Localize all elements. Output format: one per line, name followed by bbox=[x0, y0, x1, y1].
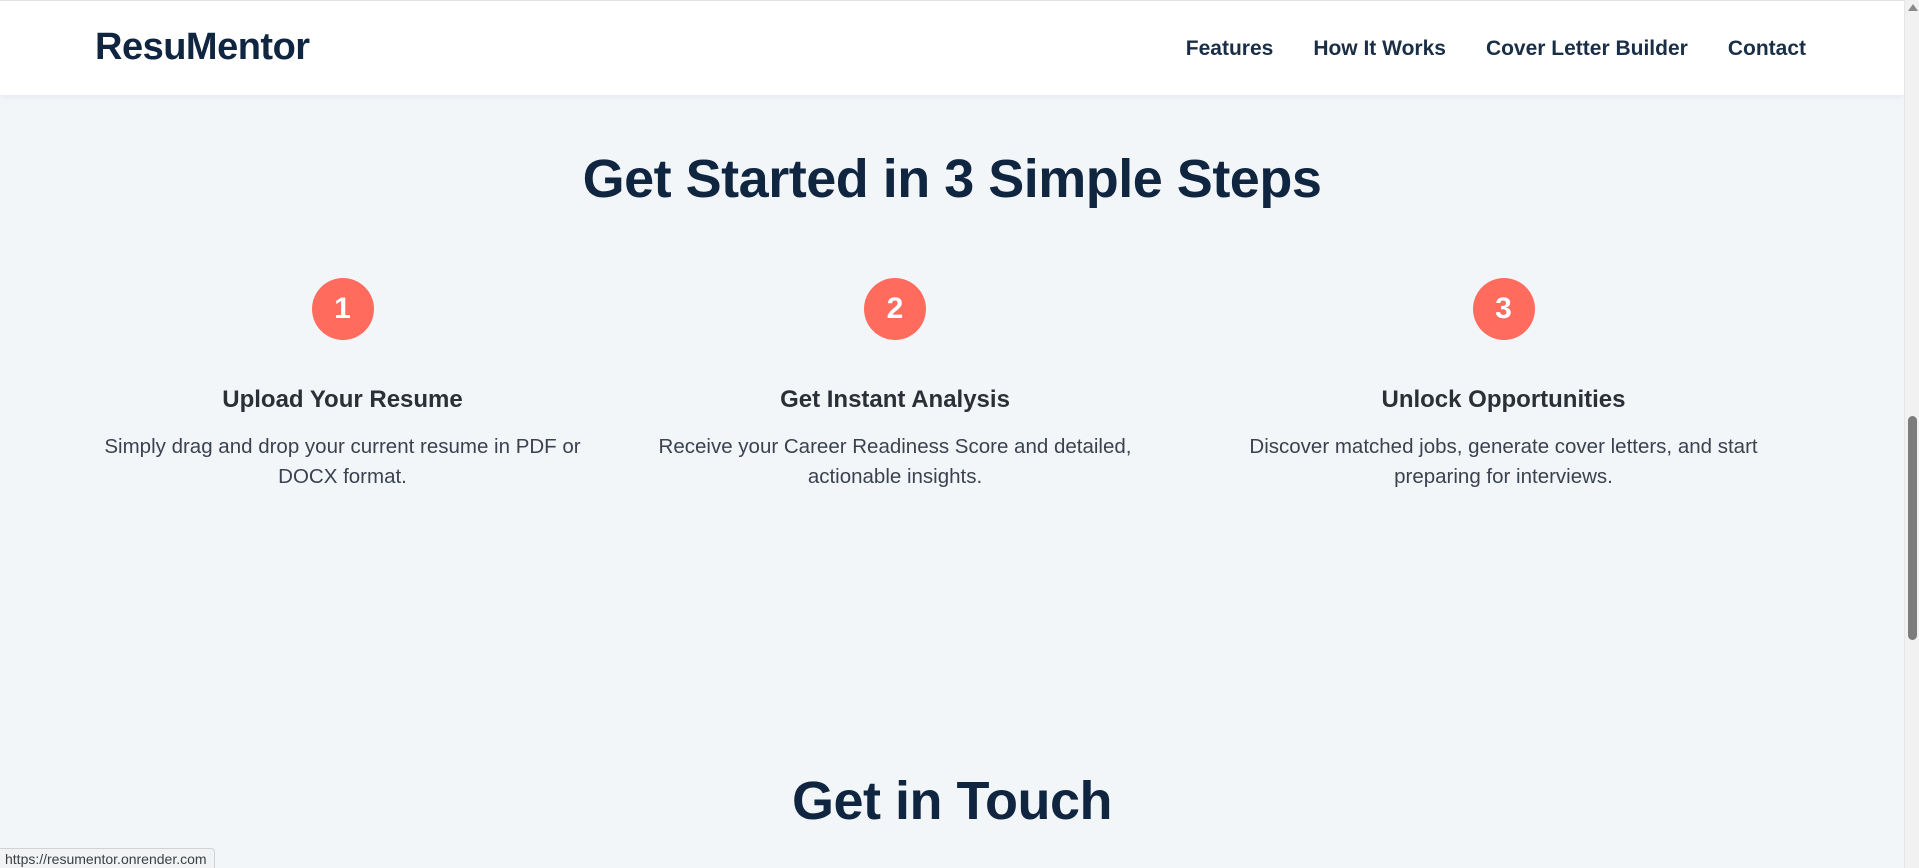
step-card: 3 Unlock Opportunities Discover matched … bbox=[1215, 278, 1792, 492]
scroll-up-arrow-icon[interactable] bbox=[1908, 4, 1918, 11]
nav-link-contact[interactable]: Contact bbox=[1728, 37, 1806, 61]
vertical-scrollbar[interactable] bbox=[1904, 0, 1919, 868]
step-title: Unlock Opportunities bbox=[1381, 386, 1626, 413]
step-card: 2 Get Instant Analysis Receive your Care… bbox=[635, 278, 1155, 492]
section-title-steps: Get Started in 3 Simple Steps bbox=[582, 149, 1322, 209]
step-number-badge: 3 bbox=[1472, 278, 1535, 340]
browser-viewport: ResuMentor Features How It Works Cover L… bbox=[0, 0, 1919, 868]
step-description: Simply drag and drop your current resume… bbox=[104, 435, 581, 488]
step-number-badge: 1 bbox=[311, 278, 374, 340]
step-title: Upload Your Resume bbox=[222, 386, 463, 413]
scrollbar-thumb[interactable] bbox=[1908, 416, 1917, 640]
step-description: Receive your Career Readiness Score and … bbox=[658, 435, 1132, 488]
nav-link-how-it-works[interactable]: How It Works bbox=[1313, 37, 1446, 61]
page: ResuMentor Features How It Works Cover L… bbox=[0, 0, 1904, 868]
nav-link-cover-letter-builder[interactable]: Cover Letter Builder bbox=[1486, 37, 1688, 61]
step-card: 1 Upload Your Resume Simply drag and dro… bbox=[90, 278, 595, 492]
nav-link-features[interactable]: Features bbox=[1186, 37, 1274, 61]
logo[interactable]: ResuMentor bbox=[95, 26, 310, 69]
step-number-badge: 2 bbox=[864, 278, 926, 340]
site-header: ResuMentor Features How It Works Cover L… bbox=[0, 0, 1904, 95]
step-title: Get Instant Analysis bbox=[780, 386, 1010, 413]
section-title-contact: Get in Touch bbox=[792, 771, 1112, 831]
step-description: Discover matched jobs, generate cover le… bbox=[1249, 435, 1758, 488]
main-nav: Features How It Works Cover Letter Build… bbox=[1186, 37, 1806, 61]
status-bar-url: https://resumentor.onrender.com bbox=[0, 848, 215, 868]
